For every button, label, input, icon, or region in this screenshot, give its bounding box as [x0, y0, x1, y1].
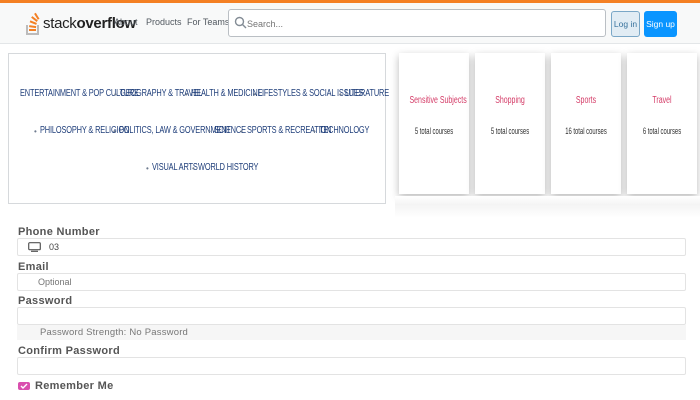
card-title: Sensitive Subjects — [409, 95, 467, 106]
remember-me[interactable]: Remember Me — [18, 379, 114, 393]
card-title: Shopping — [495, 95, 525, 106]
logo-text-light: stack — [43, 14, 77, 32]
remember-checkbox[interactable] — [18, 382, 30, 390]
email-field[interactable] — [17, 273, 686, 291]
card-subtitle: 16 total courses — [565, 126, 607, 137]
card-subtitle: 5 total courses — [490, 126, 530, 137]
card-title: Travel — [652, 95, 672, 106]
cards-fade — [395, 196, 700, 218]
confirm-password-input[interactable] — [38, 359, 638, 373]
category-health[interactable]: HEALTH & MEDICINE — [191, 88, 263, 99]
signup-button[interactable]: Sign up — [644, 11, 677, 37]
card-subtitle: 6 total courses — [642, 126, 682, 137]
phone-input[interactable] — [49, 240, 649, 254]
course-card[interactable]: Sensitive Subjects 5 total courses — [399, 53, 469, 194]
phone-label: Phone Number — [18, 226, 100, 238]
password-label: Password — [18, 295, 73, 307]
password-field[interactable] — [17, 307, 686, 325]
category-visual-arts[interactable]: VISUAL ARTS — [152, 162, 198, 173]
card-title: Sports — [575, 95, 597, 106]
category-panel: ENTERTAINMENT & POP CULTURE • GEOGRAPHY … — [8, 53, 389, 204]
logo-icon — [26, 12, 40, 35]
phone-field[interactable] — [17, 238, 686, 256]
email-label: Email — [18, 261, 49, 273]
course-card[interactable]: Shopping 5 total courses — [475, 53, 545, 194]
password-strength: Password Strength: No Password — [17, 325, 686, 340]
remember-label: Remember Me — [35, 380, 114, 392]
search-input[interactable] — [245, 13, 599, 35]
confirm-password-field[interactable] — [17, 357, 686, 375]
category-geography[interactable]: GEOGRAPHY & TRAVEL — [120, 88, 202, 99]
category-world-history[interactable]: WORLD HISTORY — [198, 162, 258, 173]
course-card[interactable]: Travel 6 total courses — [627, 53, 697, 194]
phone-icon — [28, 242, 41, 252]
nav-about[interactable]: About — [114, 17, 138, 27]
category-literature[interactable]: LITERATURE — [345, 88, 389, 99]
nav-products[interactable]: Products — [146, 17, 182, 27]
login-button[interactable]: Log in — [611, 11, 640, 37]
search-box[interactable] — [228, 9, 606, 37]
email-input[interactable] — [38, 275, 638, 289]
course-card[interactable]: Sports 16 total courses — [551, 53, 621, 194]
password-strength-text: Password Strength: No Password — [40, 327, 189, 338]
password-input[interactable] — [38, 309, 638, 323]
confirm-password-label: Confirm Password — [18, 345, 120, 357]
category-technology[interactable]: TECHNOLOGY — [319, 125, 369, 136]
card-subtitle: 5 total courses — [414, 126, 454, 137]
nav-for-teams[interactable]: For Teams — [187, 17, 229, 27]
checkmark-icon — [20, 383, 28, 389]
top-bar: stackoverflow About Products For Teams L… — [0, 0, 700, 44]
